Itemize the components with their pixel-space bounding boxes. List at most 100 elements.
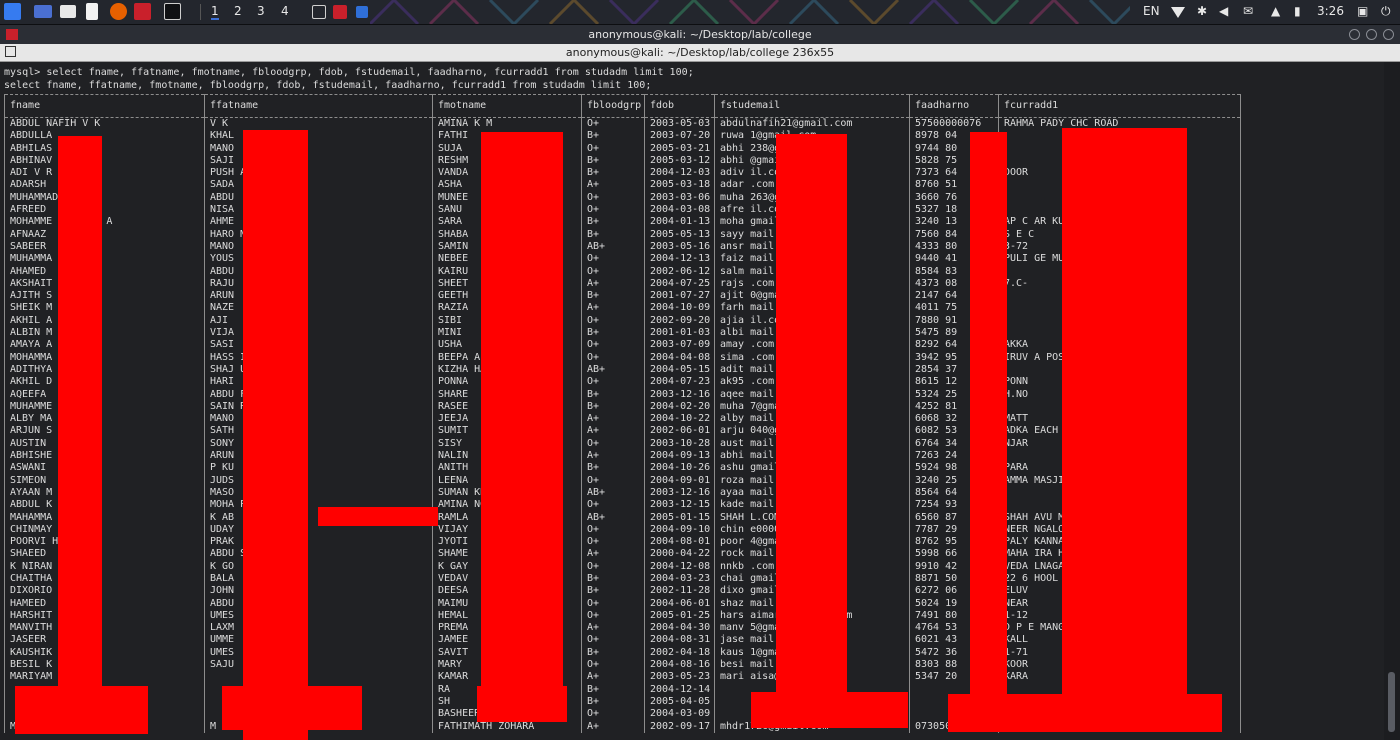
cell-fdob: 2004-02-20 xyxy=(644,400,715,414)
redaction-block xyxy=(948,694,1222,732)
workspace-3[interactable]: 3 xyxy=(257,4,265,18)
cell-fname: JASEER xyxy=(4,634,205,647)
redaction-block xyxy=(58,136,102,690)
kali-menu-icon[interactable] xyxy=(4,3,21,20)
cell-fbloodgrp: B+ xyxy=(581,216,645,229)
cell-fbloodgrp: O+ xyxy=(581,253,645,266)
cell-fname: SIMEON xyxy=(4,474,205,487)
cell-fname: MUHAMME xyxy=(4,400,205,414)
power-icon[interactable]: ⏻ xyxy=(1381,4,1391,19)
terminal-red-icon[interactable] xyxy=(134,3,151,20)
cell-fbloodgrp: O+ xyxy=(581,474,645,487)
cell-fbloodgrp: O+ xyxy=(581,117,645,131)
window-titlebar[interactable]: anonymous@kali: ~/Desktop/lab/college xyxy=(0,25,1400,44)
terminal-tab-bar[interactable]: anonymous@kali: ~/Desktop/lab/college 23… xyxy=(0,44,1400,62)
column-header-faadharno: faadharno xyxy=(909,94,999,118)
cell-fname: POORVI HONAVAR xyxy=(4,536,205,549)
clock[interactable]: 3:26 xyxy=(1317,4,1344,18)
text-editor-icon[interactable] xyxy=(86,3,98,20)
cell-fname: ADITHYA xyxy=(4,363,205,377)
workspace-4[interactable]: 4 xyxy=(281,4,289,18)
file-manager-icon[interactable] xyxy=(60,5,76,18)
cell-fbloodgrp: O+ xyxy=(581,499,645,512)
cell-fdob: 2004-08-31 xyxy=(644,634,715,647)
lock-screen-icon[interactable]: ▣ xyxy=(1357,4,1368,18)
cell-fbloodgrp: O+ xyxy=(581,536,645,549)
cell-fbloodgrp: B+ xyxy=(581,695,645,709)
workspace-1[interactable]: 1 xyxy=(211,4,219,20)
cell-fdob: 2004-12-03 xyxy=(644,167,715,180)
network-icon[interactable] xyxy=(1171,7,1185,18)
cell-fbloodgrp: A+ xyxy=(581,548,645,561)
cell-fdob: 2004-07-25 xyxy=(644,277,715,291)
minimize-button[interactable] xyxy=(1349,29,1360,40)
cell-ffatname: ARUN xyxy=(204,450,433,463)
cell-fbloodgrp: A+ xyxy=(581,622,645,635)
redaction-block xyxy=(222,686,362,730)
table-row: AYAAN M HAIKH MASO SUMAN KH AB+ 2003-12-16 a… xyxy=(4,486,1241,500)
show-desktop-icon[interactable] xyxy=(34,5,52,18)
scrollbar-thumb[interactable] xyxy=(1388,672,1395,732)
cell-ffatname: PRAK xyxy=(204,536,433,549)
cell-fname: MUHAMMAD MP xyxy=(4,191,205,205)
terminal-scrollbar[interactable] xyxy=(1384,62,1400,740)
cell-ffatname: JOHN xyxy=(204,585,433,598)
table-row: ABDULLA KHAL FATHI B+ 2003-07-20 ruwa 1@gmail… xyxy=(4,130,1241,143)
bluetooth-icon[interactable]: ✱ xyxy=(1197,4,1207,18)
window-button-app-icon[interactable] xyxy=(356,6,368,18)
cell-fname: KAUSHIK xyxy=(4,646,205,660)
cell-fbloodgrp: AB+ xyxy=(581,511,645,524)
battery-icon[interactable]: ▮ xyxy=(1294,4,1301,18)
cell-fname: ABDUL K HRAF xyxy=(4,499,205,512)
terminal-tab-title[interactable]: anonymous@kali: ~/Desktop/lab/college 23… xyxy=(0,46,1400,59)
cell-fbloodgrp: B+ xyxy=(581,683,645,696)
table-row: AKHIL D HARI PONNA O+ 2004-07-23 ak95 .com 861… xyxy=(4,376,1241,389)
redaction-block xyxy=(15,686,148,734)
notifications-icon[interactable]: ✉ xyxy=(1243,4,1253,18)
cell-ffatname: NAZE xyxy=(204,302,433,315)
cell-fdob: 2004-06-01 xyxy=(644,597,715,610)
table-row: DIXORIO JOHN DEESA B+ 2002-11-28 dixo gmail.c… xyxy=(4,585,1241,598)
table-row: BESIL K SAJU MARY O+ 2004-08-16 besi mail.com… xyxy=(4,659,1241,672)
redaction-block xyxy=(477,686,567,722)
cell-fname: AHAMED xyxy=(4,265,205,278)
cell-fname: ALBIN M xyxy=(4,327,205,340)
keyboard-layout-indicator[interactable]: EN xyxy=(1143,4,1160,18)
cell-fbloodgrp: A+ xyxy=(581,671,645,684)
cell-fdob: 2000-04-22 xyxy=(644,548,715,561)
cell-ffatname: SAIN RODI xyxy=(204,400,433,414)
cell-ffatname: UMES xyxy=(204,609,433,623)
cell-fname: BESIL K xyxy=(4,659,205,672)
cell-fbloodgrp: O+ xyxy=(581,609,645,623)
cell-ffatname: ABDU xyxy=(204,597,433,610)
cell-fname: ABHINAV xyxy=(4,154,205,168)
cell-fbloodgrp: O+ xyxy=(581,191,645,205)
cell-fmotname: AMINA K M xyxy=(432,117,582,131)
cell-fbloodgrp: O+ xyxy=(581,437,645,451)
firefox-icon[interactable] xyxy=(110,3,127,20)
cell-fdob: 2001-01-03 xyxy=(644,327,715,340)
cell-ffatname: SHAJ URAYIL xyxy=(204,363,433,377)
close-button[interactable] xyxy=(1383,29,1394,40)
cell-fname: AKSHAIT xyxy=(4,277,205,291)
terminal-icon[interactable] xyxy=(164,3,181,20)
table-row: ALBY MA MANO JEEJA A+ 2004-10-22 alby mail.co… xyxy=(4,413,1241,426)
bell-icon[interactable]: ▲ xyxy=(1271,4,1280,18)
workspace-2[interactable]: 2 xyxy=(234,4,242,18)
cell-fbloodgrp: O+ xyxy=(581,376,645,389)
volume-icon[interactable]: ◀ xyxy=(1219,4,1228,18)
cell-fdob: 2001-07-27 xyxy=(644,290,715,303)
cell-fdob: 2004-09-10 xyxy=(644,523,715,537)
maximize-button[interactable] xyxy=(1366,29,1377,40)
window-button-red-terminal-icon[interactable] xyxy=(333,5,347,19)
column-header-fcurradd1: fcurradd1 xyxy=(998,94,1241,118)
cell-fdob: 2004-09-01 xyxy=(644,474,715,487)
table-row: KAUSHIK UMES SAVIT B+ 2002-04-18 kaus 1@gmail… xyxy=(4,646,1241,660)
cell-fname: MOHAMMA MAK xyxy=(4,351,205,364)
terminal-output[interactable]: mysql> select fname, ffatname, fmotname,… xyxy=(0,62,1384,740)
table-row: ABDUL K HRAF MOHA P AMINA NGARA O+ 2003-12-1… xyxy=(4,499,1241,512)
cell-ffatname: MASO xyxy=(204,486,433,500)
cell-fdob: 2003-10-28 xyxy=(644,437,715,451)
cell-fname: SHAEED xyxy=(4,548,205,561)
window-button-terminal-icon[interactable] xyxy=(312,5,326,19)
